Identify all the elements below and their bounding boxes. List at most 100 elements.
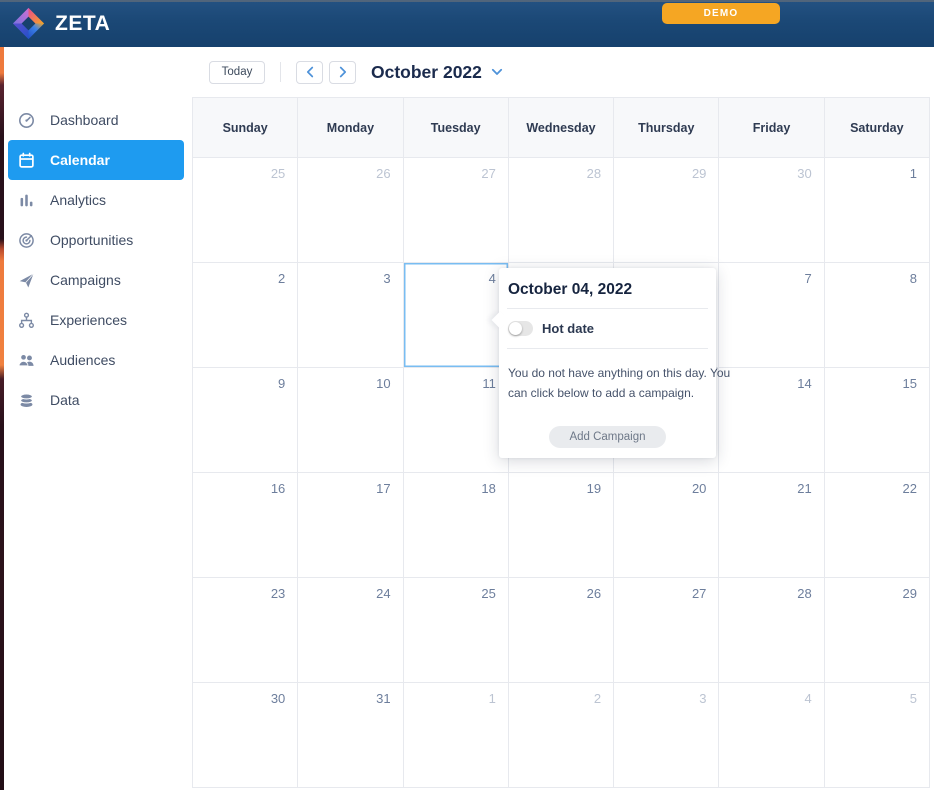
calendar-day-cell[interactable]: 28: [719, 578, 824, 683]
day-number: 26: [376, 166, 390, 181]
calendar-day-cell[interactable]: 2: [509, 683, 614, 788]
calendar-day-cell[interactable]: 27: [614, 578, 719, 683]
calendar-day-cell[interactable]: 28: [509, 158, 614, 263]
sidebar-item-experiences[interactable]: Experiences: [8, 300, 184, 340]
calendar-day-cell[interactable]: 4: [404, 263, 509, 368]
calendar-day-cell[interactable]: 1: [825, 158, 930, 263]
day-number: 11: [482, 376, 496, 391]
calendar-day-cell[interactable]: 8: [825, 263, 930, 368]
sidebar-item-label: Audiences: [50, 352, 115, 368]
day-number: 28: [797, 586, 811, 601]
calendar-week-row: 30311 2 3 45: [193, 683, 930, 788]
sidebar-item-data[interactable]: Data: [8, 380, 184, 420]
app-layout: Dashboard Calendar Analytics Opportunities C…: [0, 47, 934, 790]
hot-date-row: Hot date: [499, 309, 716, 348]
calendar-day-cell[interactable]: 9: [193, 368, 298, 473]
day-number: 19: [587, 481, 601, 496]
calendar-day-cell[interactable]: 25: [404, 578, 509, 683]
calendar-day-cell[interactable]: 26: [298, 158, 403, 263]
top-navbar: ZETA DEMO: [0, 0, 934, 47]
day-number: 29: [692, 166, 706, 181]
calendar-day-cell[interactable]: 24: [298, 578, 403, 683]
calendar-day-cell[interactable]: 2: [193, 263, 298, 368]
popover-message: You do not have anything on this day. Yo…: [499, 349, 716, 403]
month-selector[interactable]: October 2022: [371, 62, 503, 83]
sidebar-item-calendar[interactable]: Calendar: [8, 140, 184, 180]
day-name-header: Thursday: [614, 98, 719, 158]
calendar-toolbar: Today October 2022: [192, 47, 934, 97]
sidebar-item-label: Calendar: [50, 152, 110, 168]
popover-actions: Add Campaign: [499, 426, 716, 448]
day-number: 20: [692, 481, 706, 496]
calendar-day-cell[interactable]: 30: [719, 158, 824, 263]
calendar-day-cell[interactable]: 14: [719, 368, 824, 473]
demo-badge-button[interactable]: DEMO: [662, 3, 780, 24]
calendar-day-cell[interactable]: 31: [298, 683, 403, 788]
calendar-day-cell[interactable]: 21: [719, 473, 824, 578]
calendar-day-cell[interactable]: 25: [193, 158, 298, 263]
day-number: 14: [797, 376, 811, 391]
gauge-icon: [18, 112, 35, 129]
calendar-day-cell[interactable]: 27: [404, 158, 509, 263]
day-number: 17: [376, 481, 390, 496]
day-number: 21: [797, 481, 811, 496]
calendar-day-cell[interactable]: 15: [825, 368, 930, 473]
calendar-day-cell[interactable]: 20: [614, 473, 719, 578]
hot-date-toggle[interactable]: [508, 321, 533, 336]
users-icon: [18, 352, 35, 369]
sidebar-item-label: Opportunities: [50, 232, 133, 248]
calendar-day-cell[interactable]: 11: [404, 368, 509, 473]
calendar-day-cell[interactable]: 19: [509, 473, 614, 578]
calendar-day-cell[interactable]: 7: [719, 263, 824, 368]
calendar-day-cell[interactable]: 4: [719, 683, 824, 788]
day-number: 26: [587, 586, 601, 601]
sidebar-item-opportunities[interactable]: Opportunities: [8, 220, 184, 260]
brand-name: ZETA: [55, 12, 110, 36]
calendar-day-cell[interactable]: 17: [298, 473, 403, 578]
calendar-day-cell[interactable]: 5: [825, 683, 930, 788]
day-number: 4: [804, 691, 811, 706]
calendar-day-cell[interactable]: 10: [298, 368, 403, 473]
calendar-day-cell[interactable]: 30: [193, 683, 298, 788]
day-number: 8: [910, 271, 917, 286]
calendar-day-cell[interactable]: 22: [825, 473, 930, 578]
popover-message-line: You do not have anything on this day. Yo…: [508, 363, 707, 383]
sidebar-item-audiences[interactable]: Audiences: [8, 340, 184, 380]
calendar-week-row: 16 17 18 19 20 21 22: [193, 473, 930, 578]
sidebar: Dashboard Calendar Analytics Opportunities C…: [0, 47, 192, 790]
day-number: 2: [594, 691, 601, 706]
calendar-day-cell[interactable]: 26: [509, 578, 614, 683]
calendar-week-row: 25 26 2728 29 301: [193, 158, 930, 263]
brand-logo[interactable]: ZETA: [12, 7, 110, 40]
calendar-day-cell[interactable]: 18: [404, 473, 509, 578]
calendar-day-cell[interactable]: 29: [825, 578, 930, 683]
sidebar-item-label: Campaigns: [50, 272, 121, 288]
sidebar-item-analytics[interactable]: Analytics: [8, 180, 184, 220]
day-number: 22: [903, 481, 917, 496]
day-name-header: Wednesday: [509, 98, 614, 158]
chevron-down-icon: [491, 68, 503, 76]
sidebar-item-label: Data: [50, 392, 80, 408]
bar-chart-icon: [18, 192, 35, 209]
day-number: 29: [903, 586, 917, 601]
sidebar-item-dashboard[interactable]: Dashboard: [8, 100, 184, 140]
calendar-day-cell[interactable]: 3: [614, 683, 719, 788]
sidebar-item-campaigns[interactable]: Campaigns: [8, 260, 184, 300]
calendar-day-cell[interactable]: 3: [298, 263, 403, 368]
day-name-header: Friday: [719, 98, 824, 158]
prev-month-button[interactable]: [296, 61, 323, 84]
target-icon: [18, 232, 35, 249]
chevron-left-icon: [306, 66, 314, 78]
add-campaign-button[interactable]: Add Campaign: [549, 426, 665, 448]
toolbar-divider: [280, 62, 281, 82]
day-number: 2: [278, 271, 285, 286]
left-edge-decoration: [0, 47, 4, 790]
calendar-day-cell[interactable]: 1: [404, 683, 509, 788]
today-button[interactable]: Today: [209, 61, 265, 84]
calendar-day-cell[interactable]: 23: [193, 578, 298, 683]
day-number: 3: [699, 691, 706, 706]
calendar-day-cell[interactable]: 16: [193, 473, 298, 578]
hot-date-label: Hot date: [542, 321, 594, 336]
next-month-button[interactable]: [329, 61, 356, 84]
calendar-day-cell[interactable]: 29: [614, 158, 719, 263]
